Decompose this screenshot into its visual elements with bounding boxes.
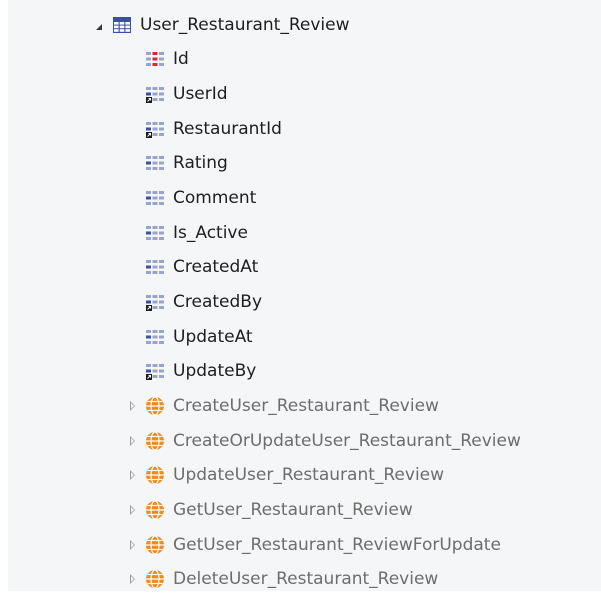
tree-node-action[interactable]: UpdateUser_Restaurant_Review — [125, 458, 444, 492]
attribute-label: Is_Active — [173, 223, 248, 243]
reference-attribute-icon — [145, 292, 165, 312]
reference-attribute-icon — [145, 361, 165, 381]
primary-key-attribute-icon — [145, 49, 165, 69]
attribute-label: UpdateAt — [173, 327, 253, 347]
attribute-icon — [145, 257, 165, 277]
action-label: CreateUser_Restaurant_Review — [173, 396, 439, 416]
attribute-icon — [145, 153, 165, 173]
attribute-label: RestaurantId — [173, 119, 282, 139]
entity-action-icon — [145, 500, 165, 520]
action-label: CreateOrUpdateUser_Restaurant_Review — [173, 431, 521, 451]
tree-node-attribute[interactable]: Rating — [145, 146, 228, 180]
tree-node-entity[interactable]: User_Restaurant_Review — [92, 8, 349, 42]
reference-attribute-icon — [145, 84, 165, 104]
expand-arrow-icon[interactable] — [125, 458, 139, 492]
attribute-label: Comment — [173, 188, 257, 208]
entity-tree-panel: User_Restaurant_Review Id UserId Restaur… — [8, 0, 601, 591]
attribute-icon — [145, 327, 165, 347]
attribute-label: UserId — [173, 84, 228, 104]
entity-table-icon — [112, 15, 132, 35]
tree-node-attribute[interactable]: RestaurantId — [145, 112, 282, 146]
entity-action-icon — [145, 535, 165, 555]
collapse-arrow-icon[interactable] — [92, 8, 106, 42]
attribute-icon — [145, 223, 165, 243]
tree-node-action[interactable]: GetUser_Restaurant_ReviewForUpdate — [125, 528, 501, 562]
tree-node-attribute[interactable]: CreatedAt — [145, 250, 258, 284]
attribute-label: CreatedAt — [173, 257, 259, 277]
tree-node-attribute[interactable]: Is_Active — [145, 216, 248, 250]
tree-node-attribute[interactable]: CreatedBy — [145, 285, 262, 319]
entity-name: User_Restaurant_Review — [140, 15, 350, 35]
tree-node-attribute[interactable]: Id — [145, 42, 189, 76]
tree-node-attribute[interactable]: UpdateBy — [145, 354, 256, 388]
action-label: GetUser_Restaurant_ReviewForUpdate — [173, 535, 501, 555]
tree-node-action[interactable]: CreateUser_Restaurant_Review — [125, 389, 439, 423]
tree-node-action[interactable]: CreateOrUpdateUser_Restaurant_Review — [125, 424, 521, 458]
tree-node-attribute[interactable]: Comment — [145, 181, 256, 215]
expand-arrow-icon[interactable] — [125, 493, 139, 527]
entity-action-icon — [145, 431, 165, 451]
attribute-label: Id — [173, 49, 189, 69]
attribute-icon — [145, 188, 165, 208]
entity-action-icon — [145, 465, 165, 485]
reference-attribute-icon — [145, 119, 165, 139]
entity-action-icon — [145, 396, 165, 416]
action-label: GetUser_Restaurant_Review — [173, 500, 413, 520]
attribute-label: Rating — [173, 153, 228, 173]
tree-node-attribute[interactable]: UserId — [145, 77, 228, 111]
attribute-label: UpdateBy — [173, 361, 257, 381]
tree-node-attribute[interactable]: UpdateAt — [145, 320, 253, 354]
expand-arrow-icon[interactable] — [125, 389, 139, 423]
expand-arrow-icon[interactable] — [125, 528, 139, 562]
tree-node-action[interactable]: GetUser_Restaurant_Review — [125, 493, 413, 527]
attribute-label: CreatedBy — [173, 292, 263, 312]
expand-arrow-icon[interactable] — [125, 424, 139, 458]
entity-action-icon — [145, 569, 165, 589]
action-label: UpdateUser_Restaurant_Review — [173, 465, 445, 485]
